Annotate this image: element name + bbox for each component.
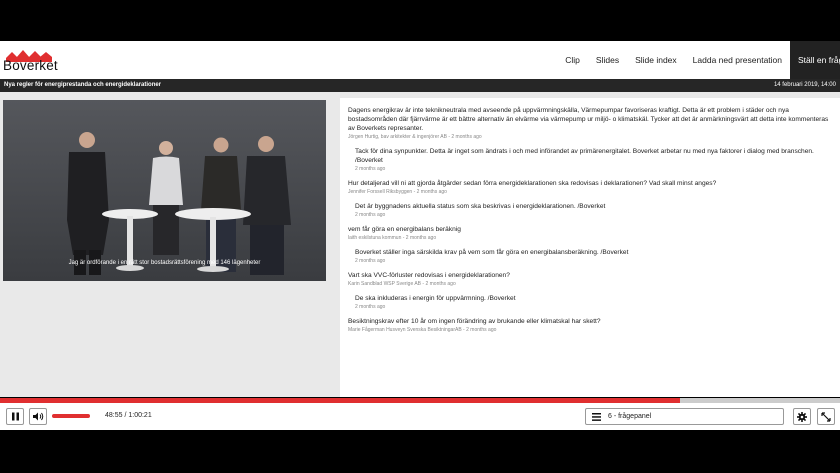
question-item: Dagens energikrav är inte teknikneutrala… xyxy=(348,106,836,140)
presentation-title-bar: Nya regler för energiprestanda och energ… xyxy=(0,79,840,92)
content-area: Jag är ordförande i en rätt stor bostads… xyxy=(0,92,840,397)
answer-text: Boverket ställer inga särskilda krav på … xyxy=(355,249,629,256)
answer-meta: 2 months ago xyxy=(355,166,386,172)
volume-icon xyxy=(32,412,43,421)
video-subtitle: Jag är ordförande i en rätt stor bostads… xyxy=(68,260,261,266)
answer-meta: 2 months ago xyxy=(355,304,386,310)
answer-item: Det är byggnadens aktuella status som sk… xyxy=(355,202,836,218)
answer-item: Tack för dina synpunkter. Detta är inget… xyxy=(355,147,836,172)
answer-meta: 2 months ago xyxy=(355,258,386,264)
question-text: Dagens energikrav är inte teknikneutrala… xyxy=(348,107,829,132)
question-meta: Jörgen Hurtig, bav arkitekter & ingenjör… xyxy=(348,134,482,140)
question-meta: Marie Fågerman Husveyn Svenska Besiktnin… xyxy=(348,327,497,333)
question-meta: Jennifer Forssell Riksbyggen - 2 months … xyxy=(348,189,447,195)
presentation-title: Nya regler för energiprestanda och energ… xyxy=(4,82,162,88)
question-text: vem får göra en energibalans beräknig xyxy=(348,226,461,233)
volume-button[interactable] xyxy=(29,408,47,425)
answer-text: De ska inkluderas i energin för uppvärmn… xyxy=(355,295,516,302)
answer-item: De ska inkluderas i energin för uppvärmn… xyxy=(355,294,836,310)
answer-text: Tack för dina synpunkter. Detta är inget… xyxy=(355,148,814,164)
nav-clip[interactable]: Clip xyxy=(557,41,588,79)
header: Boverket Clip Slides Slide index Ladda n… xyxy=(0,41,840,79)
question-item: Hur detaljerad vill ni att gjorda åtgärd… xyxy=(348,179,836,195)
page: Boverket Clip Slides Slide index Ladda n… xyxy=(0,0,840,473)
answer-meta: 2 months ago xyxy=(355,212,386,218)
volume-slider[interactable] xyxy=(52,414,90,418)
nav-slides[interactable]: Slides xyxy=(588,41,627,79)
time-display: 48:55 / 1:00:21 xyxy=(105,412,152,419)
question-text: Besiktningskrav efter 10 år om ingen för… xyxy=(348,318,601,325)
nav-download-presentation[interactable]: Ladda ned presentation xyxy=(685,41,790,79)
pause-button[interactable] xyxy=(6,408,24,425)
answer-item: Boverket ställer inga särskilda krav på … xyxy=(355,248,836,264)
answer-text: Det är byggnadens aktuella status som sk… xyxy=(355,203,606,210)
nav-slide-index[interactable]: Slide index xyxy=(627,41,685,79)
gear-icon xyxy=(797,411,807,422)
question-meta: laith eskilstuna kommun - 2 months ago xyxy=(348,235,437,241)
nav-bar: Clip Slides Slide index Ladda ned presen… xyxy=(557,41,840,79)
brand-name: Boverket xyxy=(3,58,58,73)
settings-button[interactable] xyxy=(793,408,811,425)
chapter-label: 6 - frågepanel xyxy=(608,413,652,420)
question-item: vem får göra en energibalans beräknig lai… xyxy=(348,225,836,241)
question-text: Vart ska VVC-förluster redovisas i energ… xyxy=(348,272,510,279)
fullscreen-icon xyxy=(821,411,831,422)
question-item: Besiktningskrav efter 10 år om ingen för… xyxy=(348,317,836,333)
question-text: Hur detaljerad vill ni att gjorda åtgärd… xyxy=(348,180,717,187)
presentation-date: 14 februari 2019, 14:00 xyxy=(773,82,836,88)
question-meta: Karin Sandblad WSP Sverige AB - 2 months… xyxy=(348,281,456,287)
player-controls: 48:55 / 1:00:21 6 - frågepanel xyxy=(0,403,840,430)
list-icon xyxy=(592,413,601,421)
question-item: Vart ska VVC-förluster redovisas i energ… xyxy=(348,271,836,287)
chapter-select[interactable]: 6 - frågepanel xyxy=(585,408,784,425)
video-player[interactable]: Jag är ordförande i en rätt stor bostads… xyxy=(3,100,326,281)
fullscreen-button[interactable] xyxy=(817,408,835,425)
pause-icon xyxy=(11,412,19,421)
video-frame xyxy=(3,100,326,281)
question-panel[interactable]: Dagens energikrav är inte teknikneutrala… xyxy=(340,98,840,397)
nav-ask-question[interactable]: Ställ en fråga xyxy=(790,41,840,79)
question-list: Dagens energikrav är inte teknikneutrala… xyxy=(348,106,836,340)
